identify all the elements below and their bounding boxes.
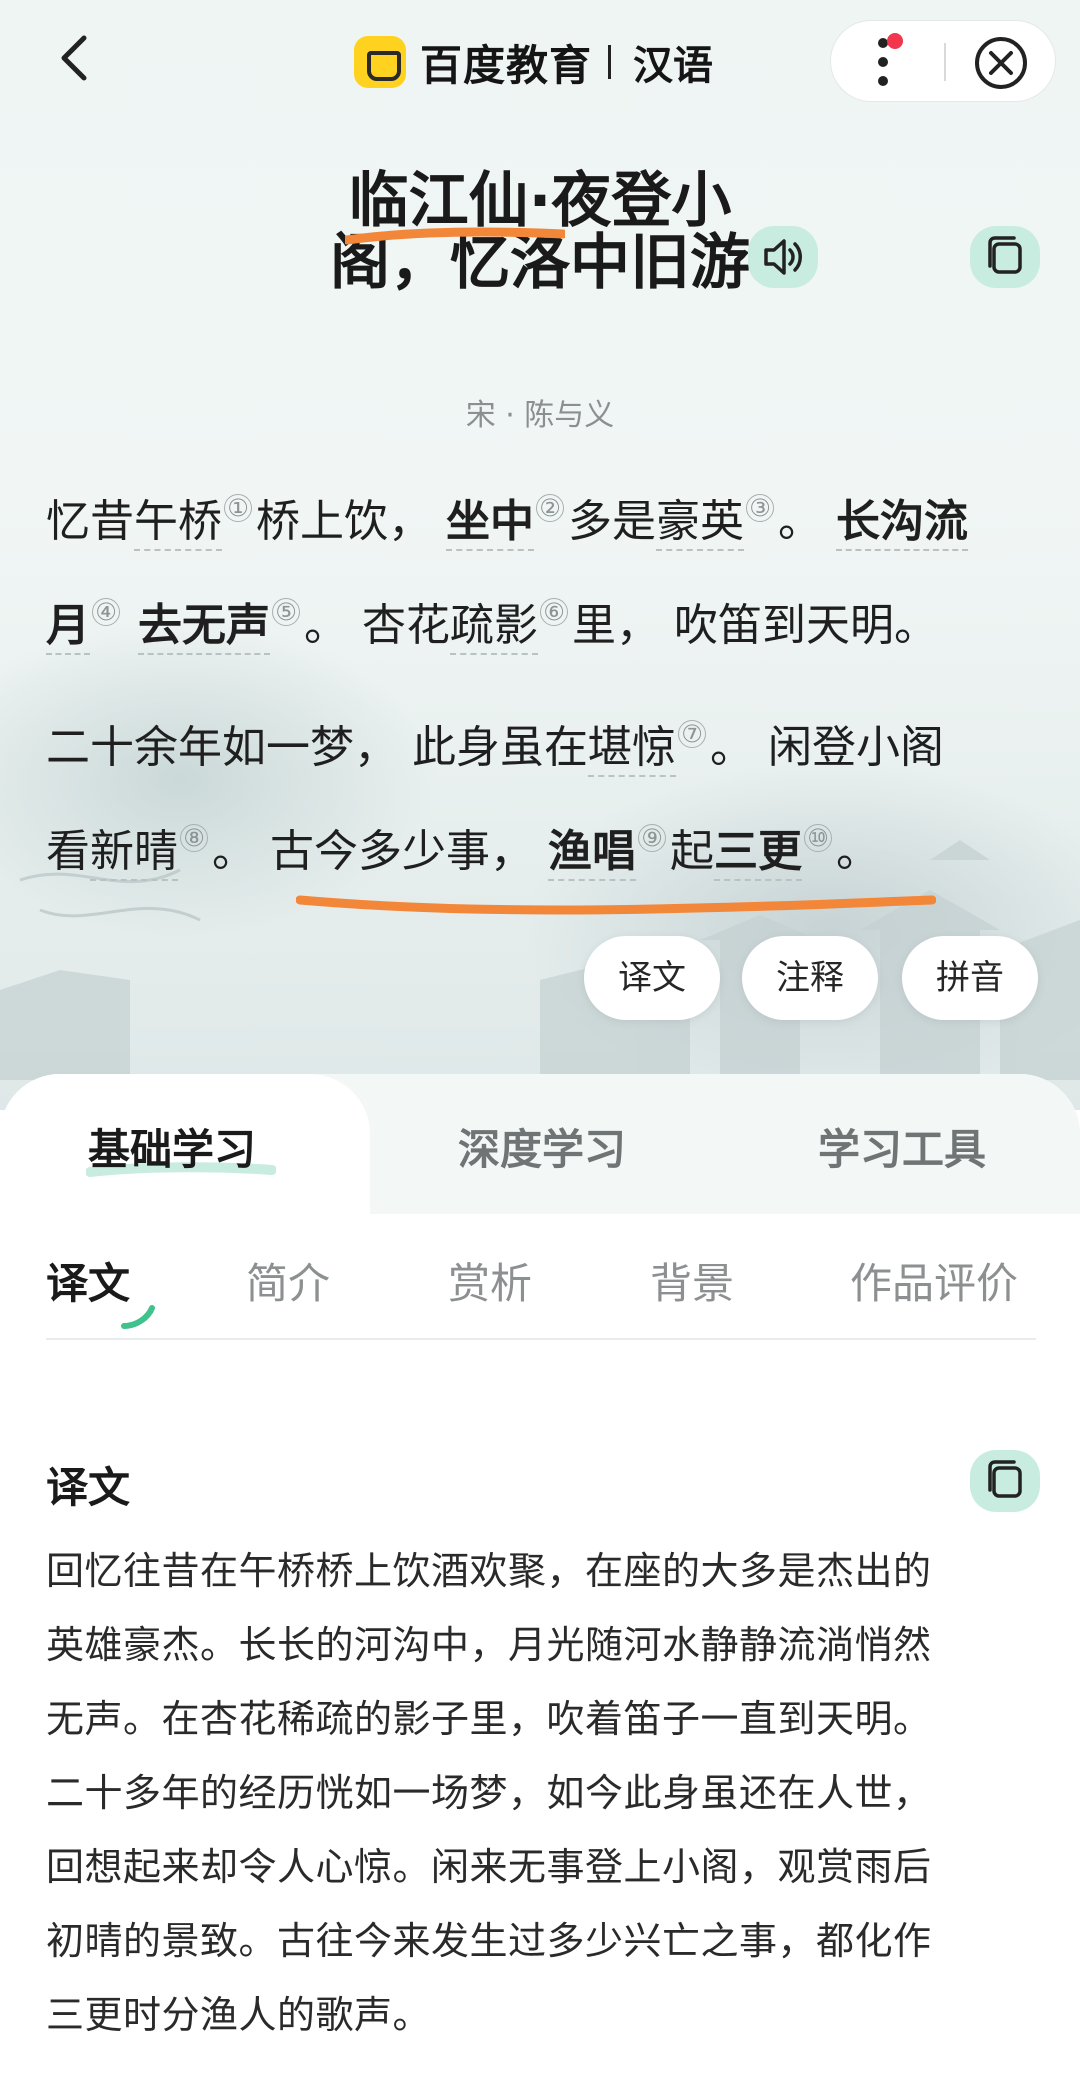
tab-study-tools[interactable]: 学习工具	[818, 1116, 986, 1177]
more-dots-icon	[878, 33, 903, 86]
annotated-word[interactable]: 长沟流	[836, 496, 968, 551]
copy-translation-button[interactable]	[970, 1450, 1040, 1512]
note-marker[interactable]: ⑩	[804, 824, 832, 852]
pinyin-toggle-button[interactable]: 拼音	[902, 936, 1038, 1020]
sub-tab-indicator	[121, 1305, 155, 1329]
poem-text: 。	[836, 826, 880, 877]
annotated-word[interactable]: 新晴	[90, 826, 178, 881]
poem-text: 闲登小阁	[768, 722, 944, 773]
annotated-word[interactable]: 疏影	[450, 600, 538, 655]
poem-author: 宋 · 陈与义	[465, 398, 615, 433]
annotated-word[interactable]: 三更	[714, 826, 802, 881]
sub-tab-bar: 译文 简介 赏析 背景 作品评价	[0, 1214, 1080, 1342]
translation-line: 回忆往昔在午桥桥上饮酒欢聚，在座的大多是杰出的	[46, 1549, 932, 1593]
back-button[interactable]	[46, 28, 106, 88]
annotated-word[interactable]: 去无声	[138, 600, 270, 655]
brand-name: 百度教育	[420, 40, 593, 90]
note-marker[interactable]: ④	[92, 598, 120, 626]
annotated-word[interactable]: 月	[46, 600, 90, 655]
copy-icon	[988, 1460, 1022, 1498]
main-tab-bar: 基础学习 深度学习 学习工具	[0, 1074, 1080, 1214]
poem-text: 此身虽在	[412, 722, 588, 773]
translation-line: 二十多年的经历恍如一场梦，如今此身虽还在人世，	[46, 1771, 932, 1815]
note-marker[interactable]: ①	[224, 494, 252, 522]
note-marker[interactable]: ⑥	[540, 598, 568, 626]
copy-button[interactable]	[970, 226, 1040, 288]
note-marker[interactable]: ⑧	[180, 824, 208, 852]
annotated-word[interactable]: 豪英	[656, 496, 744, 551]
translation-line: 无声。在杏花稀疏的影子里，吹着笛子一直到天明。	[46, 1697, 932, 1741]
poem-text: 起	[670, 826, 714, 877]
annotated-word[interactable]: 渔唱	[548, 826, 636, 881]
poem-text: 。	[304, 600, 348, 651]
poem-line: 月④ 去无声 ⑤。 杏花疏影 ⑥ 里， 吹笛到天明。	[46, 574, 1046, 678]
brand-separator	[608, 45, 612, 79]
brand-logo	[354, 36, 406, 88]
poem-text: 。	[212, 826, 256, 877]
tab-introduction[interactable]: 简介	[246, 1250, 330, 1311]
annotated-word[interactable]: 坐中	[446, 496, 534, 551]
poem-text: 。	[710, 722, 754, 773]
tab-basic-study[interactable]: 基础学习	[88, 1116, 256, 1177]
poem-line: 看新晴 ⑧。 古今多少事， 渔唱 ⑨ 起三更 ⑩。	[46, 800, 1046, 904]
section-title: 译文	[46, 1463, 131, 1512]
translation-line: 三更时分渔人的歌声。	[46, 1993, 432, 2037]
tab-deep-study[interactable]: 深度学习	[458, 1116, 626, 1177]
copy-icon	[988, 236, 1022, 274]
read-aloud-button[interactable]	[748, 226, 818, 288]
poem-body: 忆昔午桥 ① 桥上饮， 坐中 ② 多是豪英 ③。 长沟流 月④ 去无声 ⑤。 杏花疏影 ⑥ 里，…	[46, 470, 1046, 904]
note-marker[interactable]: ⑤	[272, 598, 300, 626]
poem-text: 古今多少事，	[270, 826, 534, 877]
poem-text: 吹笛到天明。	[674, 600, 938, 651]
capsule-divider	[944, 43, 946, 81]
back-arrow-icon	[61, 35, 87, 81]
top-bar: 百度教育 汉语	[0, 0, 1080, 125]
annotated-word[interactable]: 午桥	[134, 496, 222, 551]
speaker-icon	[764, 239, 802, 275]
poem-text: 多是	[568, 496, 656, 547]
close-button[interactable]	[969, 31, 1033, 95]
translation-text: 回忆往昔在午桥桥上饮酒欢聚，在座的大多是杰出的 英雄豪杰。长长的河沟中，月光随河…	[46, 1534, 1046, 2052]
note-marker[interactable]: ⑦	[678, 720, 706, 748]
translation-toggle-button[interactable]: 译文	[584, 936, 720, 1020]
poem-line: 二十余年如一梦， 此身虽在堪惊 ⑦。 闲登小阁	[46, 696, 1046, 800]
brand-subtitle: 汉语	[633, 43, 714, 89]
poem-text: 看	[46, 826, 90, 877]
poem-line: 忆昔午桥 ① 桥上饮， 坐中 ② 多是豪英 ③。 长沟流	[46, 470, 1046, 574]
handwritten-underline	[345, 227, 565, 245]
study-card: 基础学习 深度学习 学习工具 译文 简介 赏析 背景 作品评价 译文 回忆往昔在…	[0, 1074, 1080, 2075]
translation-line: 初晴的景致。古往今来发生过多少兴亡之事，都化作	[46, 1919, 932, 1963]
handwritten-underline	[296, 895, 936, 915]
note-marker[interactable]: ③	[746, 494, 774, 522]
tab-appreciation[interactable]: 赏析	[448, 1250, 532, 1311]
more-button[interactable]	[853, 29, 923, 95]
poem-text: 忆昔	[46, 496, 134, 547]
note-marker[interactable]: ②	[536, 494, 564, 522]
mini-program-capsule	[830, 20, 1056, 102]
notes-toggle-button[interactable]: 注释	[742, 936, 878, 1020]
note-marker[interactable]: ⑨	[638, 824, 666, 852]
tab-reviews[interactable]: 作品评价	[850, 1250, 1018, 1311]
poem-text: 里，	[572, 600, 660, 651]
tab-translation[interactable]: 译文	[46, 1250, 130, 1311]
poem-text: 二十余年如一梦，	[46, 722, 398, 773]
translation-line: 回想起来却令人心惊。闲来无事登上小阁，观赏雨后	[46, 1845, 932, 1889]
translation-line: 英雄豪杰。长长的河沟中，月光随河水静静流淌悄然	[46, 1623, 932, 1667]
divider	[46, 1338, 1036, 1340]
tab-background[interactable]: 背景	[650, 1250, 734, 1311]
poem-text: 桥上饮，	[256, 496, 432, 547]
poem-text: 杏花	[362, 600, 450, 651]
close-icon	[975, 37, 1027, 89]
brand: 百度教育 汉语	[354, 32, 713, 92]
poem-text: 。	[778, 496, 822, 547]
annotated-word[interactable]: 堪惊	[588, 722, 676, 777]
